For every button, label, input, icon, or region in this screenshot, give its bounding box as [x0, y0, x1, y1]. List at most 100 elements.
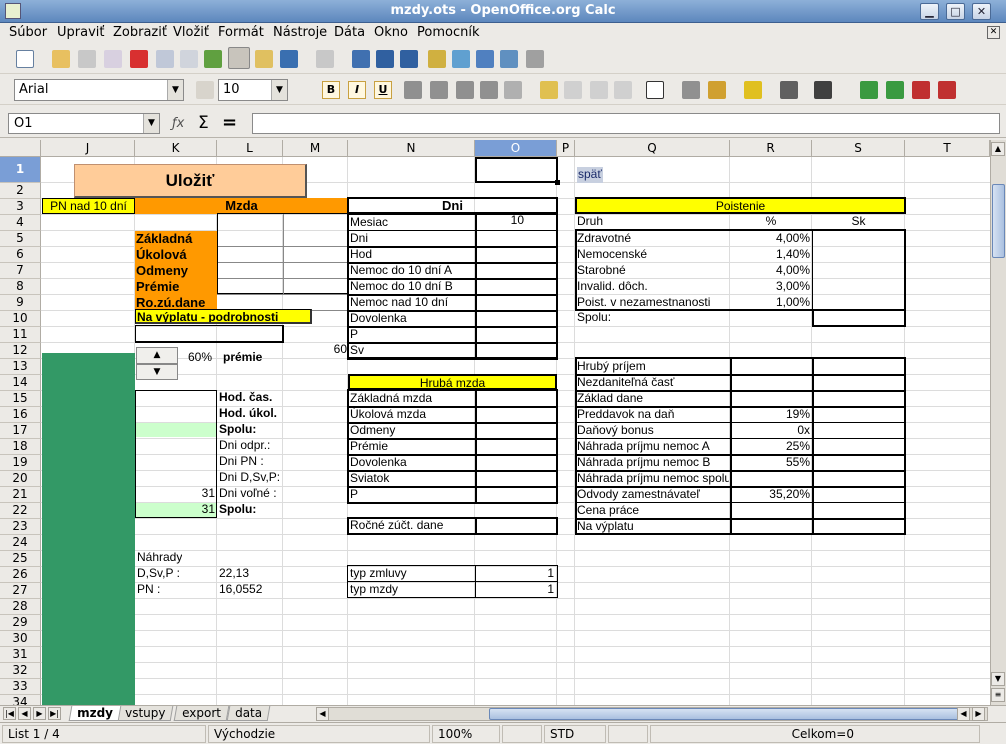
currency-icon[interactable] — [540, 81, 558, 99]
row-header-9[interactable]: 9 — [0, 295, 41, 311]
redo-icon[interactable] — [316, 50, 334, 68]
chart-icon[interactable] — [428, 50, 446, 68]
number-format-icon[interactable] — [590, 81, 608, 99]
prev-sheet-icon[interactable]: ◀ — [18, 707, 31, 720]
row-header-16[interactable]: 16 — [0, 407, 41, 423]
close-document-icon[interactable]: ✕ — [987, 26, 1000, 39]
row-header-5[interactable]: 5 — [0, 231, 41, 247]
merge-cells-icon[interactable] — [504, 81, 522, 99]
italic-icon[interactable]: I — [348, 81, 366, 99]
zoom-icon[interactable] — [526, 50, 544, 68]
line-style-icon[interactable] — [780, 81, 798, 99]
ulozit-button[interactable]: Uložiť — [74, 164, 307, 198]
row-header-33[interactable]: 33 — [0, 679, 41, 695]
pdf-icon[interactable] — [130, 50, 148, 68]
last-sheet-icon[interactable]: ▶| — [48, 707, 61, 720]
menu-zobrazit[interactable]: Zobraziť — [113, 25, 167, 40]
bold-icon[interactable]: B — [322, 81, 340, 99]
font-color-icon[interactable] — [744, 81, 762, 99]
delete-columns-icon[interactable] — [938, 81, 956, 99]
row-header-25[interactable]: 25 — [0, 551, 41, 567]
row-header-13[interactable]: 13 — [0, 359, 41, 375]
insert-columns-icon[interactable] — [886, 81, 904, 99]
row-header-28[interactable]: 28 — [0, 599, 41, 615]
open-icon[interactable] — [52, 50, 70, 68]
column-header-j[interactable]: J — [41, 140, 135, 157]
row-header-19[interactable]: 19 — [0, 455, 41, 471]
sum-icon[interactable]: Σ — [198, 113, 209, 133]
menu-subor[interactable]: Súbor — [9, 25, 47, 40]
menu-vlozit[interactable]: Vložiť — [173, 25, 209, 40]
sort-ascending-icon[interactable] — [376, 50, 394, 68]
insert-rows-icon[interactable] — [860, 81, 878, 99]
scroll-left-icon[interactable]: ◀ — [316, 707, 329, 721]
percent-icon[interactable] — [564, 81, 582, 99]
status-zoom[interactable]: 100% — [432, 725, 500, 743]
next-sheet-icon[interactable]: ▶ — [33, 707, 46, 720]
row-header-3[interactable]: 3 — [0, 199, 41, 215]
print-icon[interactable] — [156, 50, 174, 68]
background-color-icon[interactable] — [708, 81, 726, 99]
align-left-icon[interactable] — [404, 81, 422, 99]
row-header-31[interactable]: 31 — [0, 647, 41, 663]
row-header-11[interactable]: 11 — [0, 327, 41, 343]
spin-down-button[interactable]: ▼ — [136, 364, 178, 380]
row-header-15[interactable]: 15 — [0, 391, 41, 407]
delete-rows-icon[interactable] — [912, 81, 930, 99]
hyperlink-icon[interactable] — [352, 50, 370, 68]
fill-handle[interactable] — [555, 180, 560, 185]
autospell-icon[interactable] — [228, 47, 250, 69]
scroll-left-icon-2[interactable]: ◀ — [957, 707, 970, 721]
row-header-1[interactable]: 1 — [0, 157, 41, 183]
menu-format[interactable]: Formát — [218, 25, 264, 40]
status-page-style[interactable]: Východzie — [208, 725, 430, 743]
selected-cell-o1[interactable] — [475, 157, 558, 183]
undo-icon[interactable] — [280, 50, 298, 68]
sort-descending-icon[interactable] — [400, 50, 418, 68]
underline-icon[interactable]: U — [374, 81, 392, 99]
menu-nastroje[interactable]: Nástroje — [273, 25, 327, 40]
name-box[interactable]: O1 ▼ — [8, 113, 160, 134]
horizontal-scroll-thumb[interactable] — [489, 708, 959, 720]
function-wizard-icon[interactable]: ƒx — [172, 116, 184, 131]
column-header-o[interactable]: O — [475, 140, 557, 157]
font-size-combo[interactable]: 10 ▼ — [218, 79, 288, 101]
row-header-26[interactable]: 26 — [0, 567, 41, 583]
minimize-button[interactable]: ▁ — [920, 3, 939, 20]
font-color-box-icon[interactable] — [196, 81, 214, 99]
scroll-right-icon[interactable]: ▶ — [972, 707, 985, 721]
tab-data[interactable]: data — [226, 706, 271, 721]
row-header-20[interactable]: 20 — [0, 471, 41, 487]
row-header-24[interactable]: 24 — [0, 535, 41, 551]
first-sheet-icon[interactable]: |◀ — [3, 707, 16, 720]
edit-icon[interactable] — [104, 50, 122, 68]
row-header-8[interactable]: 8 — [0, 279, 41, 295]
tab-vstupy[interactable]: vstupy — [116, 706, 174, 721]
formula-input[interactable] — [252, 113, 1000, 134]
print-preview-icon[interactable] — [180, 50, 198, 68]
row-header-32[interactable]: 32 — [0, 663, 41, 679]
column-header-k[interactable]: K — [135, 140, 217, 157]
menu-pomocnik[interactable]: Pomocník — [417, 25, 479, 40]
column-header-q[interactable]: Q — [575, 140, 730, 157]
row-header-23[interactable]: 23 — [0, 519, 41, 535]
row-header-10[interactable]: 10 — [0, 311, 41, 327]
row-header-2[interactable]: 2 — [0, 183, 41, 199]
cut-icon[interactable] — [255, 50, 273, 68]
row-header-7[interactable]: 7 — [0, 263, 41, 279]
close-button[interactable]: ✕ — [972, 3, 991, 20]
column-header-s[interactable]: S — [812, 140, 905, 157]
column-header-l[interactable]: L — [217, 140, 283, 157]
spreadsheet-grid[interactable]: J K L M N O P Q R S T 1 2 3 4 5 6 7 8 9 10 11 12 13 1… — [0, 140, 990, 705]
row-header-18[interactable]: 18 — [0, 439, 41, 455]
save-icon[interactable] — [78, 50, 96, 68]
menu-data[interactable]: Dáta — [334, 25, 365, 40]
function-icon[interactable]: = — [222, 112, 237, 133]
border-style-icon[interactable] — [682, 81, 700, 99]
draw-icon[interactable] — [452, 50, 470, 68]
justify-icon[interactable] — [480, 81, 498, 99]
row-header-6[interactable]: 6 — [0, 247, 41, 263]
row-header-14[interactable]: 14 — [0, 375, 41, 391]
row-header-34[interactable]: 34 — [0, 695, 41, 705]
spin-up-button[interactable]: ▲ — [136, 347, 178, 364]
